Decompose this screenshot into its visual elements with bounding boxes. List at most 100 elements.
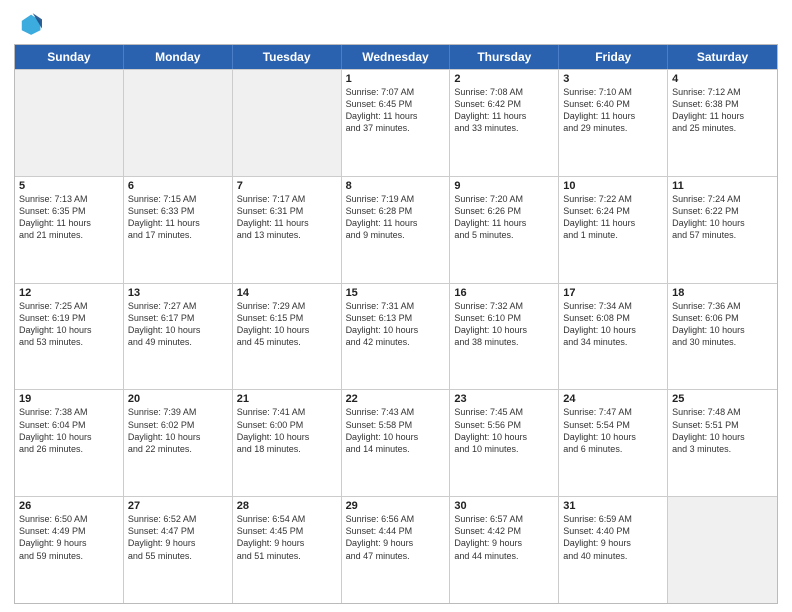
cell-info: Sunrise: 7:45 AM Sunset: 5:56 PM Dayligh… <box>454 406 554 455</box>
day-number: 20 <box>128 393 228 405</box>
calendar-row-4: 26Sunrise: 6:50 AM Sunset: 4:49 PM Dayli… <box>15 496 777 603</box>
day-number: 2 <box>454 73 554 85</box>
cell-info: Sunrise: 7:19 AM Sunset: 6:28 PM Dayligh… <box>346 193 446 242</box>
cell-info: Sunrise: 7:13 AM Sunset: 6:35 PM Dayligh… <box>19 193 119 242</box>
cell-info: Sunrise: 7:22 AM Sunset: 6:24 PM Dayligh… <box>563 193 663 242</box>
cal-cell-21: 21Sunrise: 7:41 AM Sunset: 6:00 PM Dayli… <box>233 390 342 496</box>
cell-info: Sunrise: 7:32 AM Sunset: 6:10 PM Dayligh… <box>454 300 554 349</box>
logo <box>14 10 46 38</box>
cell-info: Sunrise: 7:20 AM Sunset: 6:26 PM Dayligh… <box>454 193 554 242</box>
cal-cell-19: 19Sunrise: 7:38 AM Sunset: 6:04 PM Dayli… <box>15 390 124 496</box>
cal-cell-7: 7Sunrise: 7:17 AM Sunset: 6:31 PM Daylig… <box>233 177 342 283</box>
cal-cell-30: 30Sunrise: 6:57 AM Sunset: 4:42 PM Dayli… <box>450 497 559 603</box>
day-number: 12 <box>19 287 119 299</box>
day-number: 24 <box>563 393 663 405</box>
cell-info: Sunrise: 7:41 AM Sunset: 6:00 PM Dayligh… <box>237 406 337 455</box>
day-number: 14 <box>237 287 337 299</box>
day-number: 29 <box>346 500 446 512</box>
day-number: 9 <box>454 180 554 192</box>
cal-cell-20: 20Sunrise: 7:39 AM Sunset: 6:02 PM Dayli… <box>124 390 233 496</box>
header-day-sunday: Sunday <box>15 45 124 69</box>
cell-info: Sunrise: 7:17 AM Sunset: 6:31 PM Dayligh… <box>237 193 337 242</box>
cell-info: Sunrise: 7:27 AM Sunset: 6:17 PM Dayligh… <box>128 300 228 349</box>
cal-cell-28: 28Sunrise: 6:54 AM Sunset: 4:45 PM Dayli… <box>233 497 342 603</box>
cal-cell-12: 12Sunrise: 7:25 AM Sunset: 6:19 PM Dayli… <box>15 284 124 390</box>
cal-cell-25: 25Sunrise: 7:48 AM Sunset: 5:51 PM Dayli… <box>668 390 777 496</box>
cell-info: Sunrise: 7:39 AM Sunset: 6:02 PM Dayligh… <box>128 406 228 455</box>
cell-info: Sunrise: 7:15 AM Sunset: 6:33 PM Dayligh… <box>128 193 228 242</box>
day-number: 18 <box>672 287 773 299</box>
cal-cell-15: 15Sunrise: 7:31 AM Sunset: 6:13 PM Dayli… <box>342 284 451 390</box>
cal-cell-5: 5Sunrise: 7:13 AM Sunset: 6:35 PM Daylig… <box>15 177 124 283</box>
day-number: 30 <box>454 500 554 512</box>
cal-cell-6: 6Sunrise: 7:15 AM Sunset: 6:33 PM Daylig… <box>124 177 233 283</box>
cal-cell-4: 4Sunrise: 7:12 AM Sunset: 6:38 PM Daylig… <box>668 70 777 176</box>
day-number: 5 <box>19 180 119 192</box>
calendar-row-1: 5Sunrise: 7:13 AM Sunset: 6:35 PM Daylig… <box>15 176 777 283</box>
day-number: 13 <box>128 287 228 299</box>
cell-info: Sunrise: 7:36 AM Sunset: 6:06 PM Dayligh… <box>672 300 773 349</box>
day-number: 11 <box>672 180 773 192</box>
cell-info: Sunrise: 6:50 AM Sunset: 4:49 PM Dayligh… <box>19 513 119 562</box>
cell-info: Sunrise: 7:24 AM Sunset: 6:22 PM Dayligh… <box>672 193 773 242</box>
cal-cell-14: 14Sunrise: 7:29 AM Sunset: 6:15 PM Dayli… <box>233 284 342 390</box>
cal-cell-31: 31Sunrise: 6:59 AM Sunset: 4:40 PM Dayli… <box>559 497 668 603</box>
cal-cell-24: 24Sunrise: 7:47 AM Sunset: 5:54 PM Dayli… <box>559 390 668 496</box>
cal-cell-29: 29Sunrise: 6:56 AM Sunset: 4:44 PM Dayli… <box>342 497 451 603</box>
cell-info: Sunrise: 6:57 AM Sunset: 4:42 PM Dayligh… <box>454 513 554 562</box>
cal-cell-27: 27Sunrise: 6:52 AM Sunset: 4:47 PM Dayli… <box>124 497 233 603</box>
cell-info: Sunrise: 7:25 AM Sunset: 6:19 PM Dayligh… <box>19 300 119 349</box>
cal-cell-9: 9Sunrise: 7:20 AM Sunset: 6:26 PM Daylig… <box>450 177 559 283</box>
cell-info: Sunrise: 7:47 AM Sunset: 5:54 PM Dayligh… <box>563 406 663 455</box>
day-number: 19 <box>19 393 119 405</box>
cell-info: Sunrise: 7:07 AM Sunset: 6:45 PM Dayligh… <box>346 86 446 135</box>
cal-cell-13: 13Sunrise: 7:27 AM Sunset: 6:17 PM Dayli… <box>124 284 233 390</box>
cell-info: Sunrise: 7:34 AM Sunset: 6:08 PM Dayligh… <box>563 300 663 349</box>
cal-cell-18: 18Sunrise: 7:36 AM Sunset: 6:06 PM Dayli… <box>668 284 777 390</box>
day-number: 15 <box>346 287 446 299</box>
header-day-saturday: Saturday <box>668 45 777 69</box>
header-day-wednesday: Wednesday <box>342 45 451 69</box>
header-day-thursday: Thursday <box>450 45 559 69</box>
day-number: 6 <box>128 180 228 192</box>
day-number: 4 <box>672 73 773 85</box>
day-number: 27 <box>128 500 228 512</box>
cal-cell-1: 1Sunrise: 7:07 AM Sunset: 6:45 PM Daylig… <box>342 70 451 176</box>
cal-cell-empty-0-2 <box>233 70 342 176</box>
day-number: 26 <box>19 500 119 512</box>
cal-cell-22: 22Sunrise: 7:43 AM Sunset: 5:58 PM Dayli… <box>342 390 451 496</box>
cal-cell-empty-0-0 <box>15 70 124 176</box>
cal-cell-empty-0-1 <box>124 70 233 176</box>
day-number: 31 <box>563 500 663 512</box>
day-number: 3 <box>563 73 663 85</box>
calendar-row-3: 19Sunrise: 7:38 AM Sunset: 6:04 PM Dayli… <box>15 389 777 496</box>
cal-cell-16: 16Sunrise: 7:32 AM Sunset: 6:10 PM Dayli… <box>450 284 559 390</box>
cal-cell-8: 8Sunrise: 7:19 AM Sunset: 6:28 PM Daylig… <box>342 177 451 283</box>
header <box>14 10 778 38</box>
cell-info: Sunrise: 7:38 AM Sunset: 6:04 PM Dayligh… <box>19 406 119 455</box>
cal-cell-26: 26Sunrise: 6:50 AM Sunset: 4:49 PM Dayli… <box>15 497 124 603</box>
cell-info: Sunrise: 7:10 AM Sunset: 6:40 PM Dayligh… <box>563 86 663 135</box>
cal-cell-23: 23Sunrise: 7:45 AM Sunset: 5:56 PM Dayli… <box>450 390 559 496</box>
day-number: 25 <box>672 393 773 405</box>
cal-cell-empty-4-6 <box>668 497 777 603</box>
day-number: 23 <box>454 393 554 405</box>
cell-info: Sunrise: 7:48 AM Sunset: 5:51 PM Dayligh… <box>672 406 773 455</box>
cal-cell-3: 3Sunrise: 7:10 AM Sunset: 6:40 PM Daylig… <box>559 70 668 176</box>
cell-info: Sunrise: 7:08 AM Sunset: 6:42 PM Dayligh… <box>454 86 554 135</box>
cal-cell-2: 2Sunrise: 7:08 AM Sunset: 6:42 PM Daylig… <box>450 70 559 176</box>
cell-info: Sunrise: 7:31 AM Sunset: 6:13 PM Dayligh… <box>346 300 446 349</box>
day-number: 16 <box>454 287 554 299</box>
day-number: 8 <box>346 180 446 192</box>
day-number: 7 <box>237 180 337 192</box>
header-day-friday: Friday <box>559 45 668 69</box>
day-number: 22 <box>346 393 446 405</box>
header-day-monday: Monday <box>124 45 233 69</box>
day-number: 21 <box>237 393 337 405</box>
cell-info: Sunrise: 6:52 AM Sunset: 4:47 PM Dayligh… <box>128 513 228 562</box>
cal-cell-11: 11Sunrise: 7:24 AM Sunset: 6:22 PM Dayli… <box>668 177 777 283</box>
cell-info: Sunrise: 6:54 AM Sunset: 4:45 PM Dayligh… <box>237 513 337 562</box>
cal-cell-10: 10Sunrise: 7:22 AM Sunset: 6:24 PM Dayli… <box>559 177 668 283</box>
cal-cell-17: 17Sunrise: 7:34 AM Sunset: 6:08 PM Dayli… <box>559 284 668 390</box>
calendar-row-2: 12Sunrise: 7:25 AM Sunset: 6:19 PM Dayli… <box>15 283 777 390</box>
